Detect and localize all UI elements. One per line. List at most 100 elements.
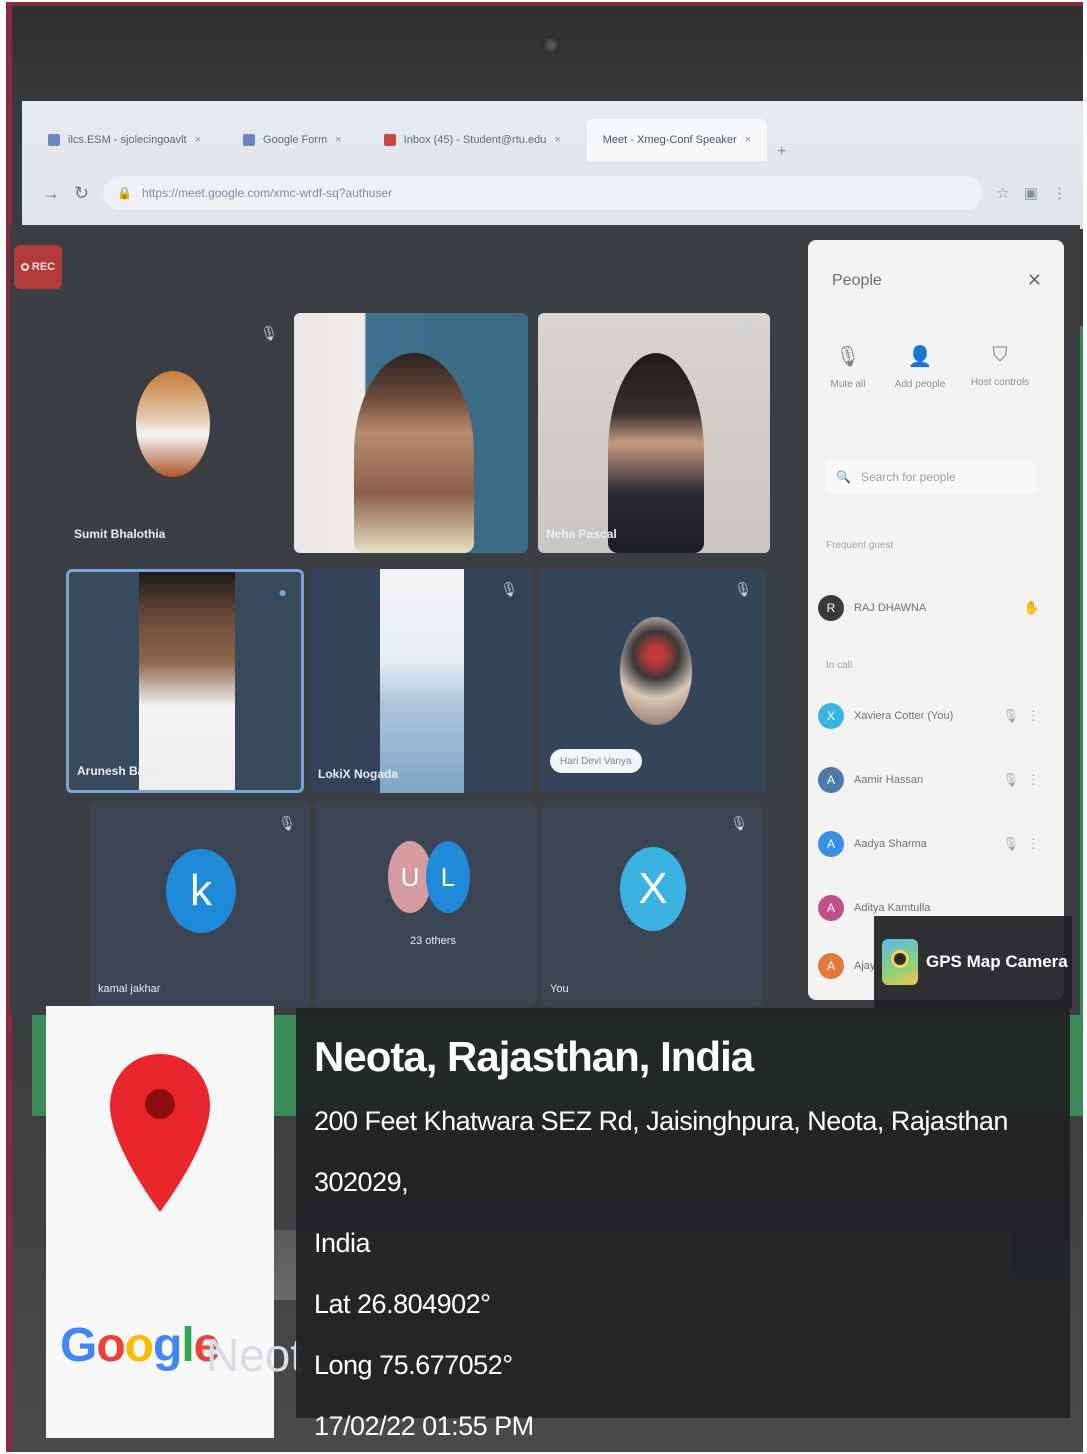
people-panel: People ✕ 🎙 Mute all 👤 Add people ⛉ Host … xyxy=(808,240,1064,1000)
participant-row[interactable]: R RAJ DHAWNA ✋ xyxy=(818,588,1048,628)
timestamp: 17/02/22 01:55 PM xyxy=(314,1410,534,1441)
mic-off-icon: 🎙 xyxy=(278,815,296,831)
new-tab-button[interactable]: + xyxy=(777,143,786,161)
logo-letter: g xyxy=(153,1319,182,1372)
search-placeholder: Search for people xyxy=(860,470,956,484)
participant-name: Arunesh Babu xyxy=(77,764,160,778)
avatar-letter: A xyxy=(826,901,835,915)
avatar: A xyxy=(818,895,844,921)
avatar-letter: L xyxy=(440,861,456,892)
search-input[interactable]: 🔍 Search for people xyxy=(826,460,1036,494)
forward-icon[interactable]: → xyxy=(42,183,60,204)
section-label: Frequent guest xyxy=(826,540,894,551)
close-icon[interactable]: × xyxy=(554,134,560,146)
participant-name: Aditya Kamtulla xyxy=(854,902,931,914)
add-people-button[interactable]: 👤 Add people xyxy=(880,344,960,390)
host-controls-button[interactable]: ⛉ Host controls xyxy=(960,344,1040,388)
browser-chrome: ilcs.ESM - sjolecingoavlt × Google Form … xyxy=(22,101,1083,1116)
participant-tile[interactable]: 🎙 LokiX Nogada xyxy=(310,569,532,793)
participant-row[interactable]: A Aadya Sharma 🎙⋮ xyxy=(818,824,1048,864)
participant-name: Aamir Hassan xyxy=(854,774,924,786)
map-thumbnail: Google Neot xyxy=(46,1006,303,1438)
participant-tile[interactable]: 🎙 Hari Devi Vanya xyxy=(540,569,766,793)
close-icon[interactable]: × xyxy=(745,134,751,146)
url-field[interactable]: 🔒 https://meet.google.com/xmc-wrdf-sq?au… xyxy=(103,176,983,210)
mute-all-button[interactable]: 🎙 Mute all xyxy=(808,344,888,390)
avatar-letter: X xyxy=(638,864,668,913)
presenting-pill: Hari Devi Vanya xyxy=(550,749,642,773)
avatar-letter: A xyxy=(826,773,835,787)
avatar-letter: X xyxy=(826,709,835,723)
avatar: X xyxy=(818,703,844,729)
mic-off-icon: 🎙⋮ xyxy=(1002,772,1048,787)
avatar: X xyxy=(620,847,686,931)
close-icon[interactable]: × xyxy=(335,134,341,146)
tab-forms[interactable]: Google Form × xyxy=(227,119,358,161)
action-label: Mute all xyxy=(830,379,866,390)
rec-label: REC xyxy=(31,261,56,273)
participant-tile[interactable]: 🎙 Neha Pascal xyxy=(538,313,770,553)
tab-label: Google Form xyxy=(263,134,328,146)
mic-off-icon: 🎙⋮ xyxy=(1002,836,1048,851)
google-logo: Google xyxy=(60,1318,220,1373)
avatar: A xyxy=(818,767,844,793)
participant-name: Xaviera Cotter (You) xyxy=(854,710,954,722)
gps-camera-app-icon xyxy=(882,939,918,985)
participant-tile[interactable]: U L 23 others xyxy=(316,803,536,1007)
recording-indicator: REC xyxy=(14,245,62,289)
avatar: k xyxy=(166,849,236,933)
mic-off-icon: 🎙⋮ xyxy=(1002,708,1048,723)
logo-letter: o xyxy=(124,1319,154,1372)
participant-row[interactable]: X Xaviera Cotter (You) 🎙⋮ xyxy=(818,696,1048,736)
participant-tile[interactable] xyxy=(294,313,528,553)
bookmark-star-icon[interactable]: ☆ xyxy=(996,184,1009,202)
tab-gmail[interactable]: Inbox (45) - Student@rtu.edu × xyxy=(368,119,577,161)
extensions-icon[interactable]: ▣ xyxy=(1024,184,1038,202)
close-icon[interactable]: × xyxy=(195,134,201,146)
logo-letter: l xyxy=(181,1319,194,1372)
participant-name: You xyxy=(550,983,569,995)
longitude: Long 75.677052° xyxy=(314,1349,513,1380)
participant-name: Aadya Sharma xyxy=(854,838,927,850)
panel-title: People xyxy=(832,272,882,289)
url-text: https://meet.google.com/xmc-wrdf-sq?auth… xyxy=(142,186,393,200)
participant-tile[interactable]: ● Arunesh Babu xyxy=(66,569,304,793)
participant-tile[interactable]: 🎙 Sumit Bhalothia xyxy=(66,313,292,553)
tab-label: Meet - Xmeg-Conf Speaker xyxy=(602,134,737,146)
location-pin-icon xyxy=(110,1054,210,1212)
shield-icon: ⛉ xyxy=(992,344,1008,366)
address-bar: → ↻ 🔒 https://meet.google.com/xmc-wrdf-s… xyxy=(22,165,1083,221)
participant-video xyxy=(380,569,464,793)
tab-meet[interactable]: Meet - Xmeg-Conf Speaker × xyxy=(32,119,1083,1116)
section-label: In call xyxy=(826,660,853,671)
location-title: Neota, Rajasthan, India xyxy=(314,1033,754,1080)
participant-tile[interactable]: X 🎙 You xyxy=(542,803,762,1007)
mic-off-icon: 🎙 xyxy=(260,325,278,341)
tab-strip: ilcs.ESM - sjolecingoavlt × Google Form … xyxy=(22,101,1083,1116)
close-icon[interactable]: ✕ xyxy=(1027,270,1042,291)
docs-icon xyxy=(48,134,60,146)
address-line: India xyxy=(314,1227,371,1258)
logo-letter: G xyxy=(60,1319,97,1372)
avatar: A xyxy=(818,831,844,857)
participant-row[interactable]: A Aamir Hassan 🎙⋮ xyxy=(818,760,1048,800)
participant-tile[interactable]: k 🎙 kamal jakhar xyxy=(90,803,310,1007)
menu-icon[interactable]: ⋮ xyxy=(1052,184,1067,202)
participant-name: Sumit Bhalothia xyxy=(74,527,166,541)
mic-off-icon: 🎙 xyxy=(734,581,752,597)
avatar-letter: A xyxy=(826,837,835,851)
gps-map-camera-badge: GPS Map Camera xyxy=(874,916,1072,1008)
reload-icon[interactable]: ↻ xyxy=(74,183,89,204)
avatar-letter: U xyxy=(400,861,420,892)
participant-name: Neha Pascal xyxy=(546,527,617,541)
mic-off-icon: 🎙 xyxy=(835,346,861,368)
mic-off-icon: 🎙 xyxy=(500,581,518,597)
tab-docs[interactable]: ilcs.ESM - sjolecingoavlt × xyxy=(32,119,217,161)
hand-icon: ✋ xyxy=(1023,600,1048,615)
lock-icon: 🔒 xyxy=(117,186,133,200)
address-line: 200 Feet Khatwara SEZ Rd, Jaisinghpura, … xyxy=(314,1105,1008,1197)
participant-video xyxy=(608,353,704,553)
avatar: A xyxy=(818,953,844,979)
pill-label: Hari Devi Vanya xyxy=(560,755,632,767)
speaking-icon: ● xyxy=(278,584,287,600)
